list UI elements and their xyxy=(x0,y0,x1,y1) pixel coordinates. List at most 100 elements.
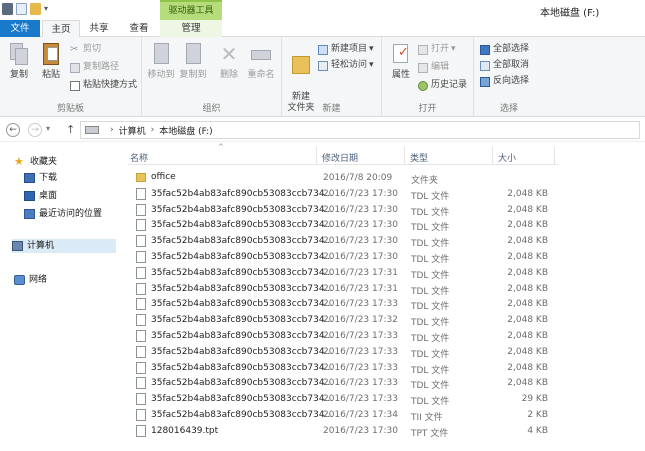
file-icon xyxy=(136,219,146,232)
address-bar[interactable]: › 计算机 › 本地磁盘 (F:) xyxy=(80,121,640,139)
table-row[interactable]: 35fac52b4ab83afc890cb53083ccb734... 2016/… xyxy=(128,408,558,423)
file-date: 2016/7/23 17:33 xyxy=(323,346,398,357)
table-row[interactable]: 35fac52b4ab83afc890cb53083ccb734... 2016/… xyxy=(128,218,558,233)
table-row[interactable]: 35fac52b4ab83afc890cb53083ccb734... 2016/… xyxy=(128,392,558,407)
tab-home[interactable]: 主页 xyxy=(42,20,80,38)
tab-manage[interactable]: 管理 xyxy=(160,20,222,37)
paste-button[interactable]: 粘贴 xyxy=(36,41,66,81)
table-row[interactable]: 35fac52b4ab83afc890cb53083ccb734... 2016/… xyxy=(128,282,558,297)
header-divider xyxy=(128,164,558,165)
file-name: 35fac52b4ab83afc890cb53083ccb734... xyxy=(151,378,334,389)
column-header-date[interactable]: 修改日期 xyxy=(322,151,358,164)
forward-button[interactable]: → xyxy=(28,123,42,137)
table-row[interactable]: 128016439.tpt 2016/7/23 17:30 TPT 文件 4 KB xyxy=(128,424,558,439)
tab-view[interactable]: 查看 xyxy=(120,20,158,37)
file-name: office xyxy=(151,172,176,182)
column-header-type[interactable]: 类型 xyxy=(410,151,428,164)
recent-locations-dropdown[interactable]: ▾ xyxy=(46,124,50,133)
properties-icon[interactable] xyxy=(16,3,27,15)
nav-downloads[interactable]: 下载 xyxy=(24,171,57,185)
breadcrumb-local-disk[interactable]: 本地磁盘 (F:) xyxy=(159,124,212,137)
table-row[interactable]: 35fac52b4ab83afc890cb53083ccb734... 2016/… xyxy=(128,187,558,202)
table-row[interactable]: 35fac52b4ab83afc890cb53083ccb734... 2016/… xyxy=(128,345,558,360)
star-icon: ★ xyxy=(14,155,24,168)
open-icon xyxy=(418,44,428,55)
rename-button[interactable]: 重命名 xyxy=(246,41,276,81)
file-name-cell: 35fac52b4ab83afc890cb53083ccb734... xyxy=(136,251,333,263)
copy-button[interactable]: 复制 xyxy=(4,41,34,81)
nav-desktop[interactable]: 桌面 xyxy=(24,189,57,203)
file-icon xyxy=(136,377,146,390)
window-title: 本地磁盘 (F:) xyxy=(540,8,600,19)
table-row[interactable]: 35fac52b4ab83afc890cb53083ccb734... 2016/… xyxy=(128,203,558,218)
edit-icon xyxy=(418,62,428,73)
window-menu-icon[interactable] xyxy=(2,3,13,15)
file-type: TDL 文件 xyxy=(411,255,450,265)
column-divider[interactable] xyxy=(404,147,405,164)
file-type: TDL 文件 xyxy=(411,270,450,281)
easy-access-button[interactable]: 轻松访问 ▾ xyxy=(318,59,374,72)
file-date: 2016/7/23 17:30 xyxy=(323,425,398,436)
column-divider[interactable] xyxy=(316,147,317,164)
tab-share[interactable]: 共享 xyxy=(82,20,116,37)
column-header-name[interactable]: 名称 xyxy=(130,151,148,164)
column-header-size[interactable]: 大小 xyxy=(498,151,516,164)
file-size: 2,048 KB xyxy=(507,204,548,215)
file-name-cell: 35fac52b4ab83afc890cb53083ccb734... xyxy=(136,409,333,421)
file-size: 2,048 KB xyxy=(507,378,548,389)
file-name-cell: 35fac52b4ab83afc890cb53083ccb734... xyxy=(136,298,333,311)
file-icon xyxy=(136,266,146,279)
nav-favorites[interactable]: ★ 收藏夹 xyxy=(14,155,57,169)
back-button[interactable]: ← xyxy=(6,123,20,137)
dropdown-arrow-icon: ▾ xyxy=(369,44,374,54)
up-button[interactable]: ↑ xyxy=(66,123,75,136)
table-row[interactable]: 35fac52b4ab83afc890cb53083ccb734... 2016/… xyxy=(128,376,558,391)
copy-to-button[interactable]: 复制到 xyxy=(178,41,208,81)
file-icon xyxy=(136,409,146,421)
file-name-cell: 35fac52b4ab83afc890cb53083ccb734... xyxy=(136,314,333,327)
table-row[interactable]: 35fac52b4ab83afc890cb53083ccb734... 2016/… xyxy=(128,234,558,249)
group-organize: 移动到 复制到 ✕ 删除 重命名 组织 xyxy=(142,37,282,117)
breadcrumb-computer[interactable]: 计算机 xyxy=(119,124,146,137)
tab-file[interactable]: 文件 xyxy=(0,20,40,37)
new-folder-icon[interactable] xyxy=(30,3,41,15)
table-row[interactable]: office 2016/7/8 20:09 文件夹 xyxy=(128,171,558,186)
paste-shortcut-button[interactable]: 粘贴快捷方式 xyxy=(70,79,137,92)
move-to-icon xyxy=(150,41,172,67)
file-type: TDL 文件 xyxy=(411,207,450,218)
nav-computer[interactable]: 计算机 xyxy=(12,239,116,253)
table-row[interactable]: 35fac52b4ab83afc890cb53083ccb734... 2016/… xyxy=(128,329,558,344)
customize-dropdown-icon[interactable]: ▾ xyxy=(44,3,52,15)
nav-recent[interactable]: 最近访问的位置 xyxy=(24,207,102,221)
properties-button[interactable]: ✓ 属性 xyxy=(386,41,416,81)
select-none-button[interactable]: 全部取消 xyxy=(480,59,529,72)
table-row[interactable]: 35fac52b4ab83afc890cb53083ccb734... 2016/… xyxy=(128,313,558,328)
move-to-button[interactable]: 移动到 xyxy=(146,41,176,81)
file-name: 35fac52b4ab83afc890cb53083ccb734... xyxy=(151,220,334,231)
quick-access-toolbar: ▾ xyxy=(2,3,52,15)
nav-network[interactable]: 网络 xyxy=(14,273,47,287)
file-size: 2,048 KB xyxy=(507,220,548,231)
table-row[interactable]: 35fac52b4ab83afc890cb53083ccb734... 2016/… xyxy=(128,361,558,376)
file-date: 2016/7/23 17:30 xyxy=(323,252,398,262)
file-type: TDL 文件 xyxy=(411,349,450,360)
open-button[interactable]: 打开 ▾ xyxy=(418,43,456,56)
edit-button[interactable]: 编辑 xyxy=(418,61,449,74)
select-all-button[interactable]: 全部选择 xyxy=(480,43,529,56)
column-divider[interactable] xyxy=(492,147,493,164)
select-all-icon xyxy=(480,44,490,55)
new-item-button[interactable]: 新建项目 ▾ xyxy=(318,43,374,56)
copy-path-button[interactable]: 复制路径 xyxy=(70,61,119,74)
file-size: 2,048 KB xyxy=(507,236,548,247)
breadcrumb-separator-icon: › xyxy=(110,125,114,135)
table-row[interactable]: 35fac52b4ab83afc890cb53083ccb734... 2016/… xyxy=(128,250,558,265)
history-button[interactable]: 历史记录 xyxy=(418,79,467,92)
table-row[interactable]: 35fac52b4ab83afc890cb53083ccb734... 2016/… xyxy=(128,297,558,312)
file-type: TPT 文件 xyxy=(411,428,449,439)
column-divider[interactable] xyxy=(554,147,555,164)
cut-button[interactable]: ✂ 剪切 xyxy=(70,43,101,56)
back-arrow-icon: ← xyxy=(9,125,17,135)
invert-selection-button[interactable]: 反向选择 xyxy=(480,75,529,88)
delete-button[interactable]: ✕ 删除 xyxy=(214,41,244,81)
table-row[interactable]: 35fac52b4ab83afc890cb53083ccb734... 2016/… xyxy=(128,266,558,281)
